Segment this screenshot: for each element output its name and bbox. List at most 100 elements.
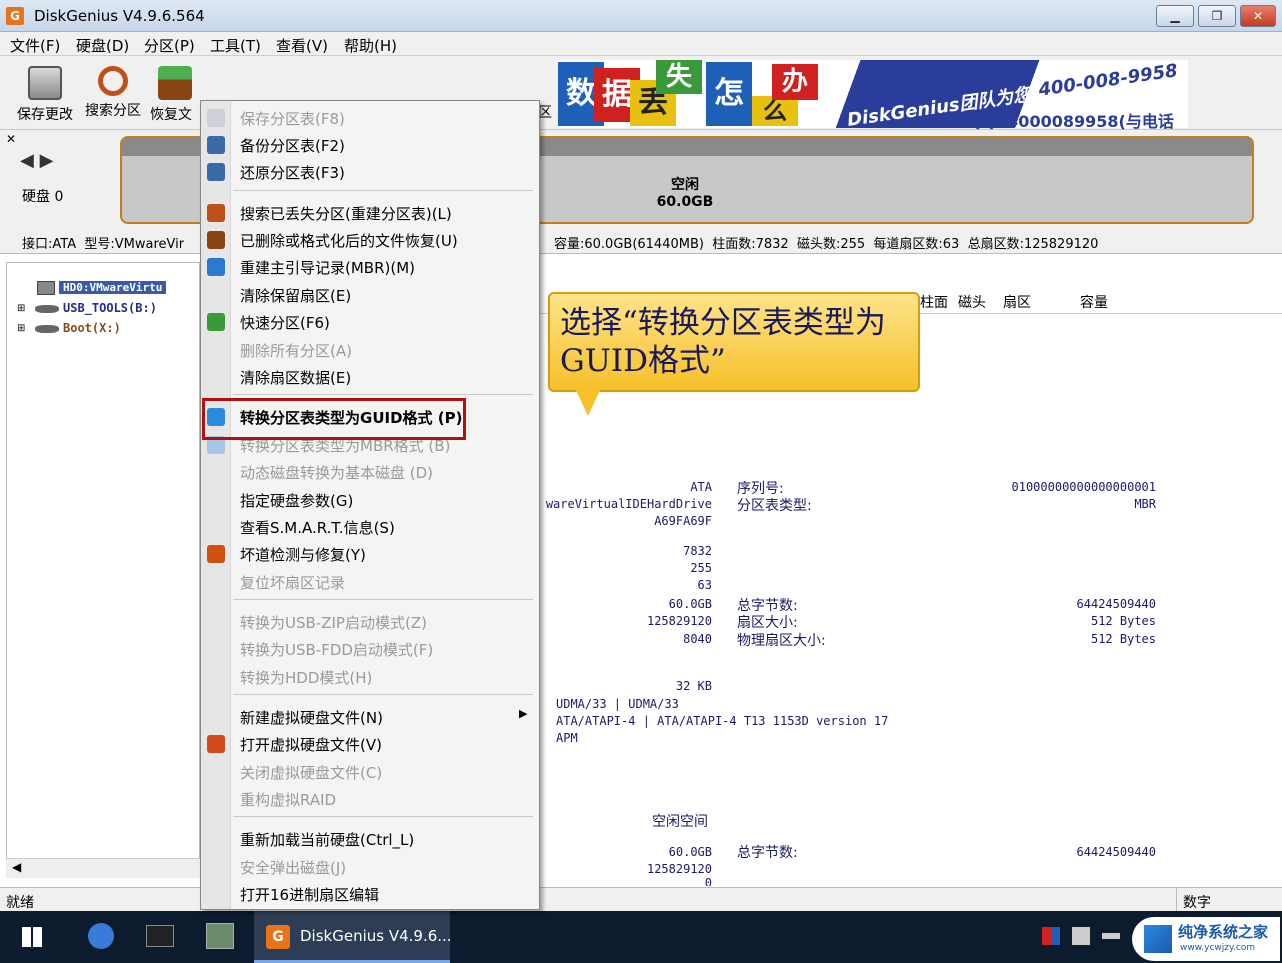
disk-id-value: A69FA69F xyxy=(654,514,712,528)
recover-files-button[interactable]: 恢复文 xyxy=(150,60,200,126)
menu-separator xyxy=(233,599,533,600)
iface-value: ATA xyxy=(690,480,712,494)
horizontal-scrollbar[interactable]: ◀ xyxy=(6,858,200,878)
diskgenius-icon: G xyxy=(266,925,290,949)
context-menu-item[interactable]: 快速分区(F6) xyxy=(240,312,330,333)
tray-volume-icon[interactable] xyxy=(1102,933,1120,939)
context-menu-icon-strip xyxy=(201,101,231,909)
context-menu-item[interactable]: 保存分区表(F8) xyxy=(240,108,345,129)
save-changes-button[interactable]: 保存更改 xyxy=(12,60,78,126)
model-value: wareVirtualIDEHardDrive xyxy=(545,497,712,511)
watermark: 纯净系统之家 www.ycwjzy.com xyxy=(1132,917,1280,961)
taskbar: G DiskGenius V4.9.6... 纯净系统之家 www.ycwjzy… xyxy=(0,911,1282,963)
menu-separator xyxy=(233,394,533,395)
menu-separator xyxy=(233,190,533,191)
cache-value: 32 KB xyxy=(675,679,712,693)
context-menu-item[interactable]: 重新加载当前硬盘(Ctrl_L) xyxy=(240,829,414,850)
app-icon-network[interactable] xyxy=(88,923,114,949)
scroll-left-icon[interactable]: ◀ xyxy=(12,860,21,874)
context-menu-item[interactable]: 动态磁盘转换为基本磁盘 (D) xyxy=(240,462,433,483)
physsector-label: 物理扇区大小: xyxy=(737,633,826,649)
context-menu-item[interactable]: 已删除或格式化后的文件恢复(U) xyxy=(240,230,458,251)
col-cylinder[interactable]: 柱面 xyxy=(920,292,948,312)
search-partition-button[interactable]: 搜索分区 xyxy=(80,60,146,126)
context-menu-item[interactable]: 重建主引导记录(MBR)(M) xyxy=(240,257,415,278)
toolbar-partial-label: 区 xyxy=(538,105,552,121)
computer-icon[interactable] xyxy=(206,923,234,949)
context-menu-item[interactable]: 重构虚拟RAID xyxy=(240,789,336,810)
menu-separator xyxy=(233,816,533,817)
menu-file[interactable]: 文件(F) xyxy=(10,35,60,56)
menu-separator xyxy=(233,694,533,695)
tray-icon[interactable] xyxy=(1042,927,1060,945)
search-icon xyxy=(98,66,128,96)
close-panel-icon[interactable]: ✕ xyxy=(6,132,16,146)
context-menu-item[interactable]: 转换为HDD模式(H) xyxy=(240,667,372,688)
context-menu-item[interactable]: 新建虚拟硬盘文件(N) xyxy=(240,707,383,728)
recover-files-label: 恢复文 xyxy=(150,107,192,123)
context-menu-item[interactable]: 搜索已丢失分区(重建分区表)(L) xyxy=(240,203,452,224)
expand-icon[interactable]: ⊞ xyxy=(17,323,25,334)
context-menu-item[interactable]: 清除扇区数据(E) xyxy=(240,367,351,388)
close-button[interactable]: ✕ xyxy=(1240,5,1276,27)
info-right: 容量:60.0GB(61440MB) 柱面数:7832 磁头数:255 每道扇区… xyxy=(554,237,1099,252)
context-menu-item[interactable]: 清除保留扇区(E) xyxy=(240,285,351,306)
context-menu-item[interactable]: 打开16进制扇区编辑 xyxy=(240,884,379,905)
context-menu-item[interactable]: 备份分区表(F2) xyxy=(240,135,345,156)
disk-nav-arrows[interactable]: ◀ ▶ xyxy=(20,150,53,171)
col-capacity[interactable]: 容量 xyxy=(1080,292,1108,312)
col-head[interactable]: 磁头 xyxy=(958,292,986,312)
context-menu-item[interactable]: 坏道检测与修复(Y) xyxy=(240,544,366,565)
col-sector[interactable]: 扇区 xyxy=(1003,292,1031,312)
menu-bar: 文件(F) 硬盘(D) 分区(P) 工具(T) 查看(V) 帮助(H) xyxy=(0,32,1282,56)
banner-tile: 办 xyxy=(772,64,818,100)
cmd-icon[interactable] xyxy=(146,925,174,947)
highlight-box xyxy=(202,398,466,440)
context-menu-item[interactable]: 查看S.M.A.R.T.信息(S) xyxy=(240,517,395,538)
context-menu-item[interactable]: 删除所有分区(A) xyxy=(240,340,352,361)
tree-item-boot[interactable]: Boot(X:) xyxy=(63,321,121,335)
parttype-label: 分区表类型: xyxy=(737,498,812,514)
context-menu-item[interactable]: 打开虚拟硬盘文件(V) xyxy=(240,734,382,755)
parttype-value: MBR xyxy=(1134,497,1156,511)
disk-info-bar: 接口:ATA 型号:VMwareVir 容量:60.0GB(61440MB) 柱… xyxy=(0,230,1282,254)
context-menu-item[interactable]: 还原分区表(F3) xyxy=(240,162,345,183)
banner-tile: 么 xyxy=(752,96,798,126)
context-menu-item[interactable]: 关闭虚拟硬盘文件(C) xyxy=(240,762,382,783)
banner-tile: 怎 xyxy=(706,62,752,126)
menu-disk[interactable]: 硬盘(D) xyxy=(76,35,129,56)
banner-tile: 失 xyxy=(656,60,702,94)
heads-value: 255 xyxy=(690,561,712,575)
callout-text: 选择“转换分区表类型为GUID格式” xyxy=(560,305,886,379)
totalbytes-value: 64424509440 xyxy=(1076,597,1156,611)
watermark-logo-icon xyxy=(1144,925,1172,953)
context-menu-item[interactable]: 转换为USB-FDD启动模式(F) xyxy=(240,639,433,660)
tree-disk-item[interactable]: HD0:VMwareVirtu xyxy=(59,281,167,294)
menu-view[interactable]: 查看(V) xyxy=(276,35,328,56)
taskbar-diskgenius[interactable]: G DiskGenius V4.9.6... xyxy=(254,911,452,963)
context-menu-item[interactable]: 指定硬盘参数(G) xyxy=(240,490,353,511)
minimize-button[interactable]: ▁ xyxy=(1156,5,1194,27)
expand-icon[interactable]: ⊞ xyxy=(17,303,25,314)
context-menu-item[interactable]: 安全弹出磁盘(J) xyxy=(240,857,346,878)
menu-tools[interactable]: 工具(T) xyxy=(210,35,261,56)
total-sectors-value: 125829120 xyxy=(646,614,712,628)
free-space-label: 空闲空间 xyxy=(652,814,708,830)
maximize-button[interactable]: ❐ xyxy=(1198,5,1236,27)
tree-item-usb-tools[interactable]: USB_TOOLS(B:) xyxy=(63,301,157,315)
menu-help[interactable]: 帮助(H) xyxy=(344,35,397,56)
context-menu-item[interactable]: 复位坏扇区记录 xyxy=(240,572,345,593)
numlock-indicator: 数字 xyxy=(1176,888,1217,912)
context-menu-item[interactable]: 转换为USB-ZIP启动模式(Z) xyxy=(240,612,427,633)
tray-network-icon[interactable] xyxy=(1072,927,1090,945)
disk-icon xyxy=(37,281,55,295)
backup-icon xyxy=(207,136,225,154)
menu-partition[interactable]: 分区(P) xyxy=(144,35,195,56)
start-icon[interactable] xyxy=(22,927,42,947)
disk-tree: HD0:VMwareVirtu USB_TOOLS(B:) ⊞ Boot(X:)… xyxy=(6,262,200,876)
open-icon xyxy=(207,735,225,753)
restore-icon xyxy=(207,163,225,181)
watermark-url: www.ycwjzy.com xyxy=(1180,943,1256,953)
sectorsize-label: 扇区大小: xyxy=(737,615,798,631)
callout-tail xyxy=(574,386,602,416)
